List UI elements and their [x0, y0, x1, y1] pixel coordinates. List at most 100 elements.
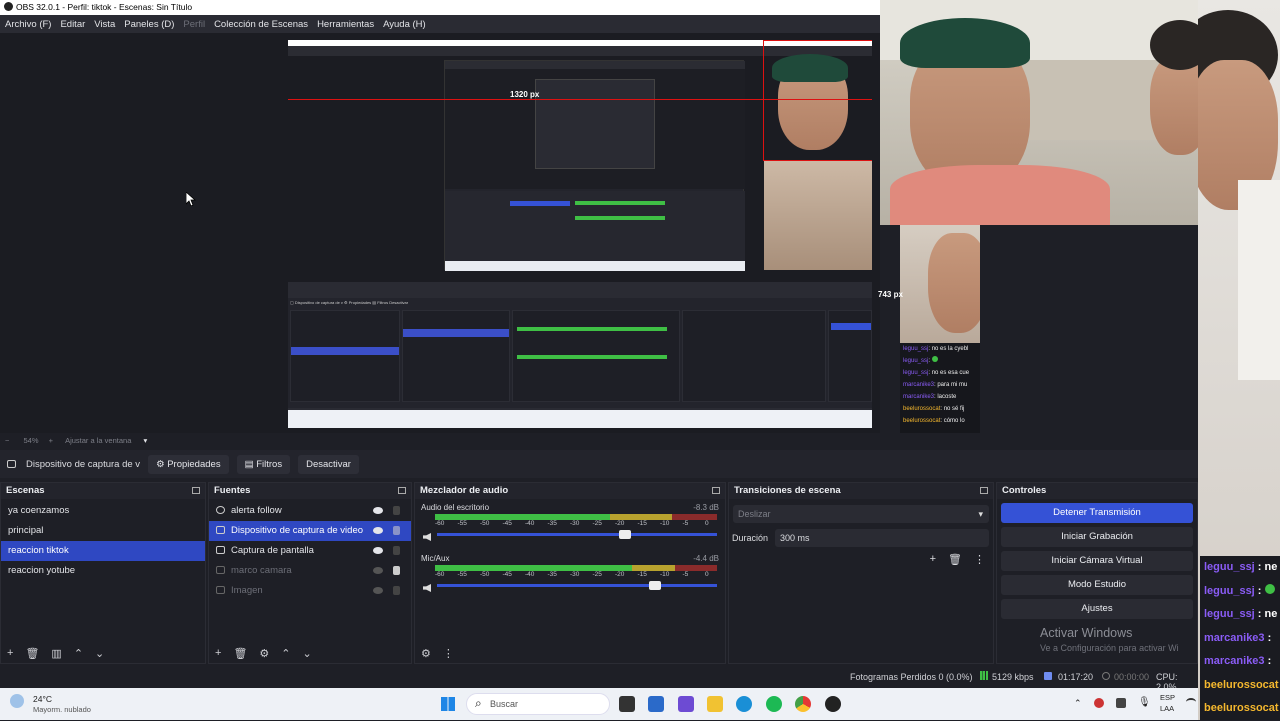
- menu-ayuda[interactable]: Ayuda (H): [383, 19, 426, 30]
- remove-scene-icon[interactable]: 🗑: [25, 647, 39, 660]
- deactivate-button[interactable]: Desactivar: [298, 454, 359, 474]
- chat-line: leguu_ssj : ne: [1204, 561, 1278, 573]
- lock-icon[interactable]: [393, 566, 400, 575]
- language-bottom[interactable]: LAA: [1160, 704, 1174, 713]
- virtual-camera-button[interactable]: Iniciar Cámara Virtual: [1001, 551, 1193, 571]
- scene-item[interactable]: ya coenzamos: [1, 501, 205, 521]
- source-item[interactable]: Captura de pantalla: [209, 541, 411, 561]
- image-icon: [216, 566, 225, 574]
- visibility-eye-icon[interactable]: [373, 527, 383, 534]
- language-top[interactable]: ESP: [1160, 693, 1175, 702]
- stop-streaming-button[interactable]: Detener Transmisión: [1001, 503, 1193, 523]
- fit-dropdown-icon[interactable]: ▾: [143, 436, 147, 445]
- file-explorer-icon[interactable]: [707, 696, 723, 712]
- volume-slider[interactable]: [437, 530, 717, 539]
- nested-webcam-lower: [764, 160, 872, 270]
- slider-knob[interactable]: [619, 530, 632, 539]
- spotify-icon[interactable]: [766, 696, 782, 712]
- chrome-icon[interactable]: [795, 696, 811, 712]
- add-transition-icon[interactable]: +: [930, 553, 936, 566]
- visibility-eye-icon[interactable]: [373, 507, 383, 514]
- filters-button[interactable]: ▤ Filtros: [236, 454, 291, 474]
- tray-app-icon[interactable]: [1094, 698, 1104, 708]
- controls-title: Controles: [1002, 485, 1047, 496]
- mixer-menu-icon[interactable]: ⋮: [443, 647, 454, 660]
- signal-icon: [980, 671, 988, 680]
- windows-start-icon[interactable]: [441, 697, 455, 711]
- source-item[interactable]: marco camara: [209, 561, 411, 581]
- unlock-icon[interactable]: [393, 526, 400, 535]
- undock-icon[interactable]: [980, 487, 988, 494]
- task-view-icon[interactable]: [619, 696, 635, 712]
- edge-icon[interactable]: [736, 696, 752, 712]
- scene-item-selected[interactable]: reaccion tiktok: [1, 541, 205, 561]
- scenes-footer: + 🗑 ▥ ⌃ ⌄: [1, 643, 205, 663]
- transition-select[interactable]: Deslizar ▾: [733, 505, 989, 523]
- undock-icon[interactable]: [398, 487, 406, 494]
- scene-filters-icon[interactable]: ▥: [51, 647, 61, 660]
- preview-zoom-bar: − 54% + Ajustar a la ventana ▾: [0, 433, 1198, 449]
- unlock-icon[interactable]: [393, 586, 400, 595]
- taskbar-search[interactable]: ⌕ Buscar: [466, 693, 610, 715]
- start-recording-button[interactable]: Iniciar Grabación: [1001, 527, 1193, 547]
- microphone-icon[interactable]: 🎙: [1138, 697, 1151, 708]
- undock-icon[interactable]: [712, 487, 720, 494]
- unlock-icon[interactable]: [393, 546, 400, 555]
- menu-herramientas[interactable]: Herramientas: [317, 19, 374, 30]
- undock-icon[interactable]: [192, 487, 200, 494]
- mixer-settings-icon[interactable]: ⚙: [421, 647, 431, 660]
- add-source-icon[interactable]: +: [215, 647, 221, 659]
- slider-knob[interactable]: [648, 581, 661, 590]
- meter-tick-label: -25: [592, 520, 602, 527]
- hidden-eye-icon[interactable]: [373, 587, 383, 594]
- volume-icon[interactable]: [423, 533, 431, 541]
- fit-window-label[interactable]: Ajustar a la ventana: [65, 436, 131, 445]
- remove-source-icon[interactable]: 🗑: [233, 647, 247, 660]
- weather-icon[interactable]: [10, 694, 24, 708]
- remove-transition-icon[interactable]: 🗑: [948, 553, 962, 566]
- scene-item[interactable]: principal: [1, 521, 205, 541]
- app-icon[interactable]: [648, 696, 664, 712]
- tray-app-icon[interactable]: [1116, 698, 1126, 708]
- tray-chevron-icon[interactable]: ⌃: [1074, 698, 1082, 709]
- preview-canvas[interactable]: 1320 px ▢ Dispositivo de captura de v ⚙ …: [288, 40, 872, 428]
- transitions-title: Transiciones de escena: [734, 485, 841, 496]
- source-item[interactable]: alerta follow: [209, 501, 411, 521]
- zoom-plus[interactable]: +: [49, 436, 53, 445]
- weather-desc[interactable]: Mayorm. nublado: [33, 705, 91, 714]
- menu-editar[interactable]: Editar: [60, 19, 85, 30]
- menu-vista[interactable]: Vista: [94, 19, 115, 30]
- settings-button[interactable]: Ajustes: [1001, 599, 1193, 619]
- transition-menu-icon[interactable]: ⋮: [974, 553, 985, 566]
- move-up-icon[interactable]: ⌃: [74, 647, 83, 660]
- chat-line: leguu_ssj: no es la cyebl: [903, 346, 969, 352]
- move-down-icon[interactable]: ⌄: [95, 647, 104, 660]
- menu-paneles[interactable]: Paneles (D): [124, 19, 174, 30]
- scene-item[interactable]: reaccion yotube: [1, 561, 205, 581]
- obs-icon[interactable]: [825, 696, 841, 712]
- studio-mode-button[interactable]: Modo Estudio: [1001, 575, 1193, 595]
- source-item-selected[interactable]: Dispositivo de captura de video: [209, 521, 411, 541]
- move-down-icon[interactable]: ⌄: [303, 647, 312, 660]
- weather-temp[interactable]: 24°C: [33, 694, 52, 704]
- wifi-icon[interactable]: [1186, 698, 1196, 706]
- menu-coleccion-escenas[interactable]: Colección de Escenas: [214, 19, 308, 30]
- hidden-eye-icon[interactable]: [373, 567, 383, 574]
- menu-archivo[interactable]: Archivo (F): [5, 19, 51, 30]
- visibility-eye-icon[interactable]: [373, 547, 383, 554]
- teams-icon[interactable]: [678, 696, 694, 712]
- window-titlebar: OBS 32.0.1 - Perfil: tiktok - Escenas: S…: [0, 0, 880, 15]
- properties-button[interactable]: ⚙ Propiedades: [148, 454, 229, 474]
- volume-slider[interactable]: [437, 581, 717, 590]
- zoom-minus[interactable]: −: [5, 436, 9, 445]
- add-scene-icon[interactable]: +: [7, 647, 13, 659]
- unlock-icon[interactable]: [393, 506, 400, 515]
- duration-input[interactable]: 300 ms: [775, 529, 989, 547]
- menu-perfil[interactable]: Perfil: [183, 19, 205, 30]
- volume-icon[interactable]: [423, 584, 431, 592]
- move-up-icon[interactable]: ⌃: [281, 647, 290, 660]
- source-settings-icon[interactable]: ⚙: [259, 647, 269, 660]
- meter-tick-label: -25: [592, 571, 602, 578]
- source-item[interactable]: Imagen: [209, 581, 411, 601]
- properties-label: Propiedades: [167, 458, 221, 470]
